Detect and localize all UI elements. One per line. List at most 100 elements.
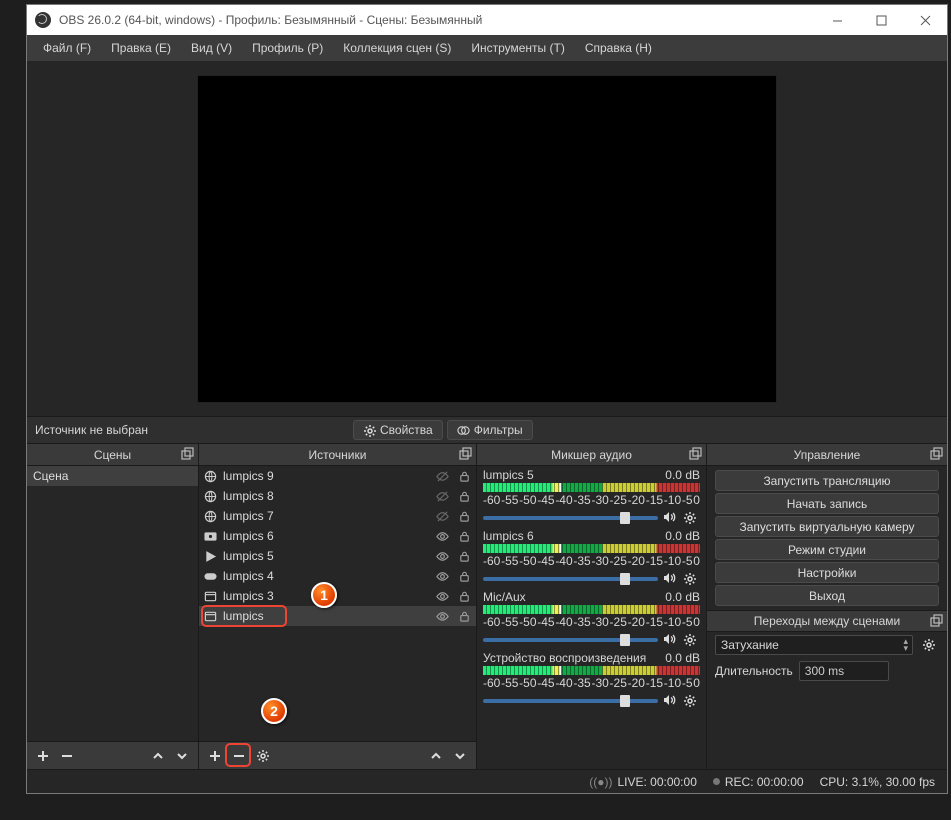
source-item[interactable]: lumpics 6 — [199, 526, 476, 546]
lock-toggle[interactable] — [456, 569, 472, 583]
start-streaming-button[interactable]: Запустить трансляцию — [715, 470, 939, 491]
channel-name: lumpics 6 — [483, 529, 534, 543]
menu-file[interactable]: Файл (F) — [33, 37, 101, 59]
channel-level: 0.0 dB — [665, 651, 700, 665]
mute-button[interactable] — [662, 693, 676, 710]
source-name: lumpics 5 — [223, 549, 428, 563]
lock-toggle[interactable] — [456, 489, 472, 503]
visibility-toggle[interactable] — [434, 489, 450, 503]
preview-canvas[interactable] — [198, 76, 776, 402]
menu-view[interactable]: Вид (V) — [181, 37, 242, 59]
popout-icon[interactable] — [929, 447, 943, 461]
filters-button[interactable]: Фильтры — [447, 420, 533, 440]
sources-header: Источники — [199, 444, 476, 466]
popout-icon[interactable] — [180, 447, 194, 461]
channel-settings-button[interactable] — [680, 630, 700, 650]
source-item[interactable]: lumpics 7 — [199, 506, 476, 526]
audio-meter — [483, 483, 700, 492]
audio-meter — [483, 666, 700, 675]
menu-tools[interactable]: Инструменты (T) — [461, 37, 574, 59]
start-virtual-camera-button[interactable]: Запустить виртуальную камеру — [715, 516, 939, 537]
visibility-toggle[interactable] — [434, 549, 450, 563]
source-item[interactable]: lumpics 3 — [199, 586, 476, 606]
mixer-channel: lumpics 6 0.0 dB -60-55-50-45-40-35-30-25-… — [477, 527, 706, 588]
close-button[interactable] — [903, 5, 947, 35]
source-properties-button[interactable] — [253, 746, 273, 766]
no-source-selected-label: Источник не выбран — [35, 423, 148, 437]
popout-icon[interactable] — [929, 614, 943, 628]
preview-area[interactable] — [27, 61, 947, 416]
scene-down-button[interactable] — [172, 746, 192, 766]
window-title: OBS 26.0.2 (64-bit, windows) - Профиль: … — [59, 13, 815, 27]
channel-name: Mic/Aux — [483, 590, 526, 604]
source-name: lumpics 4 — [223, 569, 428, 583]
transition-type-select[interactable]: Затухание▴▾ — [715, 635, 913, 655]
channel-settings-button[interactable] — [680, 569, 700, 589]
add-scene-button[interactable] — [33, 746, 53, 766]
source-item[interactable]: lumpics 4 — [199, 566, 476, 586]
scene-up-button[interactable] — [148, 746, 168, 766]
properties-button[interactable]: Свойства — [353, 420, 443, 440]
source-item[interactable]: lumpics 9 — [199, 466, 476, 486]
volume-slider[interactable] — [483, 699, 658, 703]
popout-icon[interactable] — [688, 447, 702, 461]
menu-edit[interactable]: Правка (E) — [101, 37, 181, 59]
source-name: lumpics 3 — [223, 589, 428, 603]
source-down-button[interactable] — [450, 746, 470, 766]
transition-settings-button[interactable] — [919, 635, 939, 655]
visibility-toggle[interactable] — [434, 529, 450, 543]
lock-toggle[interactable] — [456, 549, 472, 563]
window-icon — [203, 589, 217, 603]
lock-toggle[interactable] — [456, 509, 472, 523]
maximize-button[interactable] — [859, 5, 903, 35]
menu-help[interactable]: Справка (H) — [575, 37, 662, 59]
volume-slider[interactable] — [483, 516, 658, 520]
source-item[interactable]: lumpics 8 — [199, 486, 476, 506]
remove-source-button[interactable] — [229, 746, 249, 766]
status-live: ((●))LIVE: 00:00:00 — [589, 775, 697, 789]
mute-button[interactable] — [662, 571, 676, 588]
globe-icon — [203, 469, 217, 483]
channel-level: 0.0 dB — [665, 529, 700, 543]
camera-icon — [203, 529, 217, 543]
popout-icon[interactable] — [458, 447, 472, 461]
scene-item[interactable]: Сцена — [27, 466, 198, 486]
mixer-channel: lumpics 50.0 dB-60-55-50-45-40-35-30-25-… — [477, 466, 706, 527]
source-up-button[interactable] — [426, 746, 446, 766]
lock-toggle[interactable] — [456, 529, 472, 543]
studio-mode-button[interactable]: Режим студии — [715, 539, 939, 560]
channel-level: 0.0 dB — [665, 468, 700, 482]
mute-button[interactable] — [662, 510, 676, 527]
visibility-toggle[interactable] — [434, 609, 450, 623]
duration-label: Длительность — [715, 664, 793, 678]
mute-button[interactable] — [662, 632, 676, 649]
volume-slider[interactable] — [483, 638, 658, 642]
visibility-toggle[interactable] — [434, 589, 450, 603]
start-recording-button[interactable]: Начать запись — [715, 493, 939, 514]
visibility-toggle[interactable] — [434, 569, 450, 583]
visibility-toggle[interactable] — [434, 469, 450, 483]
lock-toggle[interactable] — [456, 469, 472, 483]
settings-button[interactable]: Настройки — [715, 562, 939, 583]
source-item[interactable]: lumpics — [199, 606, 476, 626]
remove-scene-button[interactable] — [57, 746, 77, 766]
obs-logo-icon — [35, 12, 51, 28]
lock-toggle[interactable] — [456, 609, 472, 623]
source-item[interactable]: lumpics 5 — [199, 546, 476, 566]
volume-slider[interactable] — [483, 577, 658, 581]
channel-settings-button[interactable] — [680, 508, 700, 528]
channel-settings-button[interactable] — [680, 691, 700, 711]
controls-dock: Управление Запустить трансляцию Начать з… — [707, 444, 947, 769]
menu-scene-collection[interactable]: Коллекция сцен (S) — [333, 37, 461, 59]
minimize-button[interactable] — [815, 5, 859, 35]
visibility-toggle[interactable] — [434, 509, 450, 523]
add-source-button[interactable] — [205, 746, 225, 766]
lock-toggle[interactable] — [456, 589, 472, 603]
source-name: lumpics 6 — [223, 529, 428, 543]
meter-scale: -60-55-50-45-40-35-30-25-20-15-10-50 — [483, 554, 700, 568]
menu-profile[interactable]: Профиль (P) — [242, 37, 333, 59]
source-name: lumpics 8 — [223, 489, 428, 503]
meter-scale: -60-55-50-45-40-35-30-25-20-15-10-50 — [483, 493, 700, 507]
transition-duration-input[interactable]: 300 ms — [799, 661, 889, 681]
exit-button[interactable]: Выход — [715, 585, 939, 606]
